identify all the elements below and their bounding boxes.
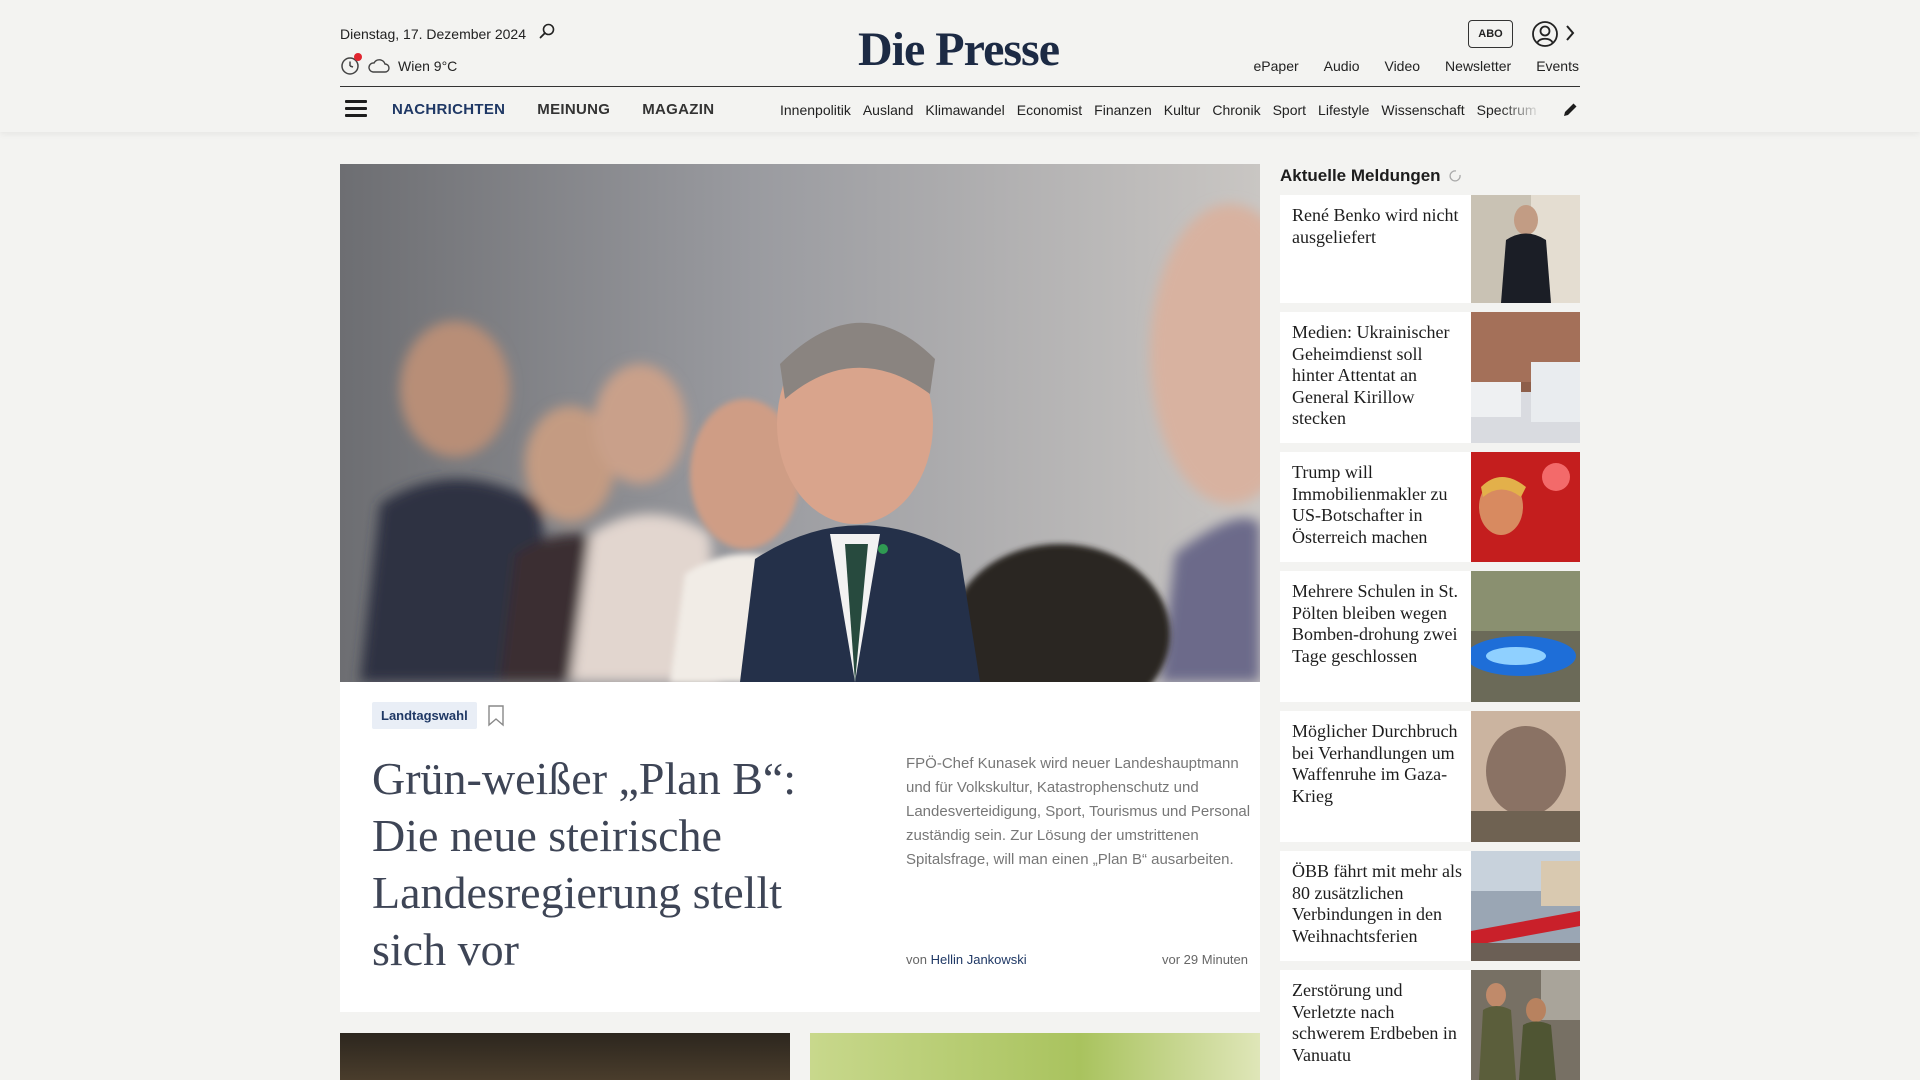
author-link[interactable]: Hellin Jankowski bbox=[931, 952, 1027, 967]
news-title: Medien: Ukrainischer Geheimdienst soll h… bbox=[1292, 322, 1450, 428]
section-wissenschaft[interactable]: Wissenschaft bbox=[1381, 102, 1464, 118]
cloud-icon bbox=[368, 59, 390, 73]
weather-label: Wien 9°C bbox=[398, 58, 458, 74]
news-title: Mehrere Schulen in St. Pölten bleiben we… bbox=[1292, 581, 1458, 666]
weather-widget[interactable]: Wien 9°C bbox=[340, 53, 458, 76]
news-thumbnail bbox=[1471, 195, 1580, 303]
sidebar-title: Aktuelle Meldungen bbox=[1280, 166, 1441, 185]
link-newsletter[interactable]: Newsletter bbox=[1445, 58, 1511, 74]
news-title: Zerstörung und Verletzte nach schwerem E… bbox=[1292, 980, 1457, 1065]
hero-article[interactable]: Landtagswahl Grün-weißer „Plan B“: Die n… bbox=[340, 164, 1260, 1012]
news-thumbnail bbox=[1471, 312, 1580, 443]
main-nav: NACHRICHTEN MEINUNG MAGAZIN bbox=[392, 101, 714, 118]
section-economist[interactable]: Economist bbox=[1017, 102, 1082, 118]
hero-image[interactable] bbox=[340, 164, 1260, 682]
news-title: Möglicher Durchbruch bei Verhandlungen u… bbox=[1292, 721, 1458, 806]
link-events[interactable]: Events bbox=[1536, 58, 1579, 74]
news-thumbnail bbox=[1471, 711, 1580, 842]
link-video[interactable]: Video bbox=[1384, 58, 1420, 74]
article-card-image[interactable] bbox=[340, 1033, 790, 1080]
news-item[interactable]: Möglicher Durchbruch bei Verhandlungen u… bbox=[1280, 711, 1580, 842]
search-icon[interactable] bbox=[538, 22, 556, 40]
news-thumbnail bbox=[1471, 452, 1580, 562]
section-sport[interactable]: Sport bbox=[1273, 102, 1306, 118]
site-header: Dienstag, 17. Dezember 2024 Wien 9°C Die… bbox=[0, 0, 1920, 132]
hamburger-menu-icon[interactable] bbox=[345, 100, 367, 118]
news-thumbnail bbox=[1471, 851, 1580, 961]
bookmark-icon[interactable] bbox=[487, 704, 505, 727]
news-item[interactable]: ÖBB fährt mit mehr als 80 zusätzlichen V… bbox=[1280, 851, 1580, 961]
news-thumbnail bbox=[1471, 571, 1580, 702]
news-item[interactable]: René Benko wird nicht ausgeliefert bbox=[1280, 195, 1580, 303]
link-audio[interactable]: Audio bbox=[1324, 58, 1360, 74]
section-nav: Innenpolitik Ausland Klimawandel Economi… bbox=[780, 102, 1542, 118]
article-card-image[interactable] bbox=[810, 1033, 1260, 1080]
refresh-icon bbox=[1449, 170, 1461, 182]
news-title: Trump will Immobilienmakler zu US-Botsch… bbox=[1292, 462, 1448, 547]
nav-nachrichten[interactable]: NACHRICHTEN bbox=[392, 101, 505, 118]
category-tag[interactable]: Landtagswahl bbox=[372, 702, 477, 729]
site-logo[interactable]: Die Presse bbox=[858, 22, 1060, 77]
top-links: ePaper Audio Video Newsletter Events bbox=[1254, 58, 1579, 74]
publish-time: vor 29 Minuten bbox=[1162, 952, 1248, 967]
nav-magazin[interactable]: MAGAZIN bbox=[642, 101, 714, 118]
news-item[interactable]: Zerstörung und Verletzte nach schwerem E… bbox=[1280, 970, 1580, 1080]
header-divider bbox=[340, 86, 1580, 87]
news-item[interactable]: Trump will Immobilienmakler zu US-Botsch… bbox=[1280, 452, 1580, 562]
section-ausland[interactable]: Ausland bbox=[863, 102, 914, 118]
news-item[interactable]: Mehrere Schulen in St. Pölten bleiben we… bbox=[1280, 571, 1580, 702]
news-thumbnail bbox=[1471, 970, 1580, 1080]
hero-headline[interactable]: Grün-weißer „Plan B“: Die neue steirisch… bbox=[372, 750, 842, 978]
section-kultur[interactable]: Kultur bbox=[1164, 102, 1201, 118]
tag-row: Landtagswahl bbox=[372, 702, 505, 729]
nav-meinung[interactable]: MEINUNG bbox=[537, 101, 610, 118]
section-innenpolitik[interactable]: Innenpolitik bbox=[780, 102, 851, 118]
chevron-right-icon[interactable] bbox=[1565, 24, 1575, 42]
byline-prefix: von bbox=[906, 952, 927, 967]
hero-teaser: FPÖ-Chef Kunasek wird neuer Landeshauptm… bbox=[906, 755, 1251, 868]
pencil-icon[interactable] bbox=[1561, 101, 1579, 119]
link-epaper[interactable]: ePaper bbox=[1254, 58, 1299, 74]
section-lifestyle[interactable]: Lifestyle bbox=[1318, 102, 1369, 118]
sidebar-header: Aktuelle Meldungen bbox=[1280, 166, 1463, 186]
section-finanzen[interactable]: Finanzen bbox=[1094, 102, 1152, 118]
section-chronik[interactable]: Chronik bbox=[1212, 102, 1260, 118]
notification-dot bbox=[354, 53, 362, 61]
news-title: ÖBB fährt mit mehr als 80 zusätzlichen V… bbox=[1292, 861, 1462, 946]
clock-icon[interactable] bbox=[340, 53, 362, 76]
news-item[interactable]: Medien: Ukrainischer Geheimdienst soll h… bbox=[1280, 312, 1580, 443]
current-date: Dienstag, 17. Dezember 2024 bbox=[340, 26, 526, 42]
abo-button[interactable]: ABO bbox=[1468, 20, 1513, 48]
section-nav-fade bbox=[1500, 96, 1542, 122]
user-icon[interactable] bbox=[1531, 20, 1559, 48]
byline: von Hellin Jankowski bbox=[906, 952, 1027, 967]
section-klimawandel[interactable]: Klimawandel bbox=[925, 102, 1004, 118]
news-title: René Benko wird nicht ausgeliefert bbox=[1292, 205, 1459, 247]
